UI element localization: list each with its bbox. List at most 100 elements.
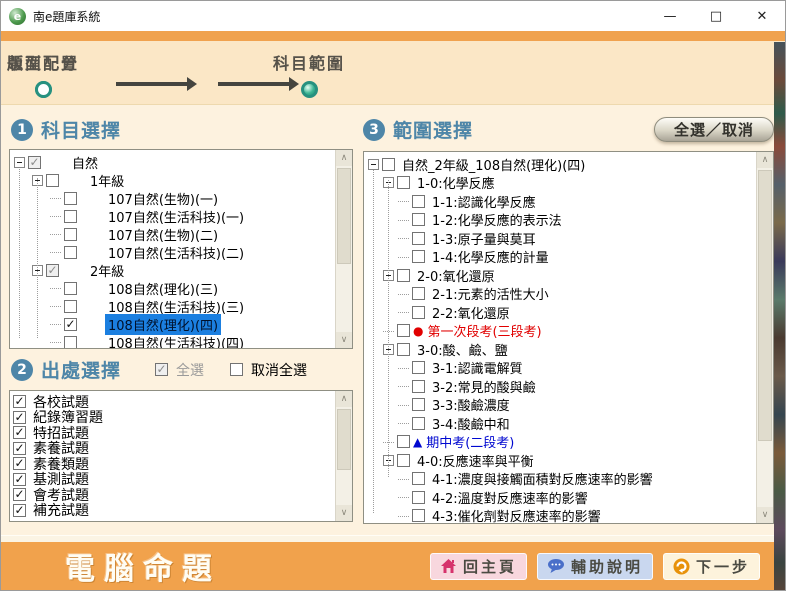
tree-item-label[interactable]: 4-3:催化劑對反應速率的影響 [429,505,604,523]
expander-icon[interactable] [398,417,410,429]
expander-icon[interactable] [398,510,410,522]
checkbox[interactable] [412,509,425,522]
checkbox[interactable] [412,213,425,226]
range-tree-row[interactable]: 1-0:化學反應 [364,174,756,193]
checkbox[interactable] [13,504,26,517]
expander-icon[interactable] [398,399,410,411]
wizard-step[interactable]: 科目範圍 [267,50,351,98]
expander-icon[interactable] [50,228,62,240]
expander-icon[interactable] [383,325,395,337]
scroll-down-button[interactable]: ∨ [336,332,352,348]
checkbox[interactable] [397,324,410,337]
source-list-item[interactable]: 補充試題 [10,503,335,519]
checkbox[interactable] [64,318,77,331]
range-tree-row[interactable]: 1-1:認識化學反應 [364,192,756,211]
range-tree-row[interactable]: 4-0:反應速率與平衡 [364,451,756,470]
expander-icon[interactable] [50,282,62,294]
scroll-down-button[interactable]: ∨ [757,507,773,523]
expander-icon[interactable] [32,175,43,186]
range-tree-row[interactable]: 4-3:催化劑對反應速率的影響 [364,507,756,524]
maximize-button[interactable]: □ [693,1,739,31]
scroll-down-button[interactable]: ∨ [336,505,352,521]
help-button[interactable]: 輔助說明 [537,553,653,580]
checkbox[interactable] [412,250,425,263]
expander-icon[interactable] [14,157,25,168]
scrollbar[interactable]: ∧ ∨ [756,152,773,523]
checkbox[interactable] [230,363,243,376]
minimize-button[interactable]: — [647,1,693,31]
range-tree-row[interactable]: 3-1:認識電解質 [364,359,756,378]
expander-icon[interactable] [398,251,410,263]
range-tree-row[interactable]: 1-3:原子量與莫耳 [364,229,756,248]
checkbox[interactable] [412,491,425,504]
checkbox[interactable] [397,343,410,356]
checkbox[interactable] [64,300,77,313]
expander-icon[interactable] [398,214,410,226]
scrollbar[interactable]: ∧ ∨ [335,391,352,521]
checkbox[interactable] [64,246,77,259]
expander-icon[interactable] [398,362,410,374]
checkbox[interactable] [46,174,59,187]
expander-icon[interactable] [50,210,62,222]
home-button[interactable]: 回主頁 [430,553,527,580]
subject-tree-row[interactable]: 107自然(生活科技)(二) [10,243,335,261]
checkbox[interactable] [155,363,168,376]
subject-tree-row[interactable]: 108自然(生活科技)(四) [10,333,335,348]
expander-icon[interactable] [50,318,62,330]
checkbox[interactable] [13,395,26,408]
expander-icon[interactable] [383,177,394,188]
scroll-up-button[interactable]: ∧ [757,152,773,168]
scroll-track[interactable] [757,168,773,507]
deselect-all-checkbox[interactable]: 取消全選 [230,360,307,380]
range-tree-row[interactable]: ▲ 期中考(二段考) [364,433,756,452]
range-tree-row[interactable]: 2-0:氧化還原 [364,266,756,285]
expander-icon[interactable] [383,436,395,448]
checkbox[interactable] [64,210,77,223]
expander-icon[interactable] [398,288,410,300]
expander-icon[interactable] [368,159,379,170]
checkbox[interactable] [412,361,425,374]
range-tree-row[interactable]: 自然_2年級_108自然(理化)(四) [364,155,756,174]
checkbox[interactable] [13,457,26,470]
range-tree-row[interactable]: 2-2:氧化還原 [364,303,756,322]
checkbox[interactable] [64,192,77,205]
expander-icon[interactable] [50,246,62,258]
source-item-label[interactable]: 補充試題 [30,499,92,521]
expander-icon[interactable] [398,473,410,485]
expander-icon[interactable] [50,336,62,348]
scroll-thumb[interactable] [758,170,772,441]
checkbox[interactable] [397,176,410,189]
expander-icon[interactable] [50,192,62,204]
tree-item-label[interactable]: 108自然(生活科技)(四) [105,332,247,349]
range-tree-row[interactable]: 1-4:化學反應的計量 [364,248,756,267]
range-tree-row[interactable]: ● 第一次段考(三段考) [364,322,756,341]
expander-icon[interactable] [383,455,394,466]
range-tree-row[interactable]: 4-2:溫度對反應速率的影響 [364,488,756,507]
subject-tree-row[interactable]: 108自然(理化)(四) [10,315,335,333]
checkbox[interactable] [46,264,59,277]
expander-icon[interactable] [383,270,394,281]
wizard-step[interactable]: 版面配置 [1,50,85,98]
checkbox[interactable] [412,472,425,485]
checkbox[interactable] [397,269,410,282]
select-all-toggle-button[interactable]: 全選／取消 [654,117,774,142]
checkbox[interactable] [13,426,26,439]
checkbox[interactable] [13,473,26,486]
range-tree-row[interactable]: 2-1:元素的活性大小 [364,285,756,304]
range-tree-row[interactable]: 4-1:濃度與接觸面積對反應速率的影響 [364,470,756,489]
subject-tree-row[interactable]: 107自然(生物)(二) [10,225,335,243]
checkbox[interactable] [412,287,425,300]
expander-icon[interactable] [50,300,62,312]
checkbox[interactable] [412,417,425,430]
checkbox[interactable] [64,228,77,241]
range-tree-row[interactable]: 1-2:化學反應的表示法 [364,211,756,230]
subject-tree-row[interactable]: 107自然(生活科技)(一) [10,207,335,225]
range-tree-row[interactable]: 3-3:酸鹼濃度 [364,396,756,415]
expander-icon[interactable] [383,344,394,355]
subject-tree-row[interactable]: 108自然(理化)(三) [10,279,335,297]
expander-icon[interactable] [398,306,410,318]
range-tree-row[interactable]: 3-2:常見的酸與鹼 [364,377,756,396]
subject-tree-row[interactable]: 107自然(生物)(一) [10,189,335,207]
scroll-thumb[interactable] [337,409,351,470]
expander-icon[interactable] [32,265,43,276]
